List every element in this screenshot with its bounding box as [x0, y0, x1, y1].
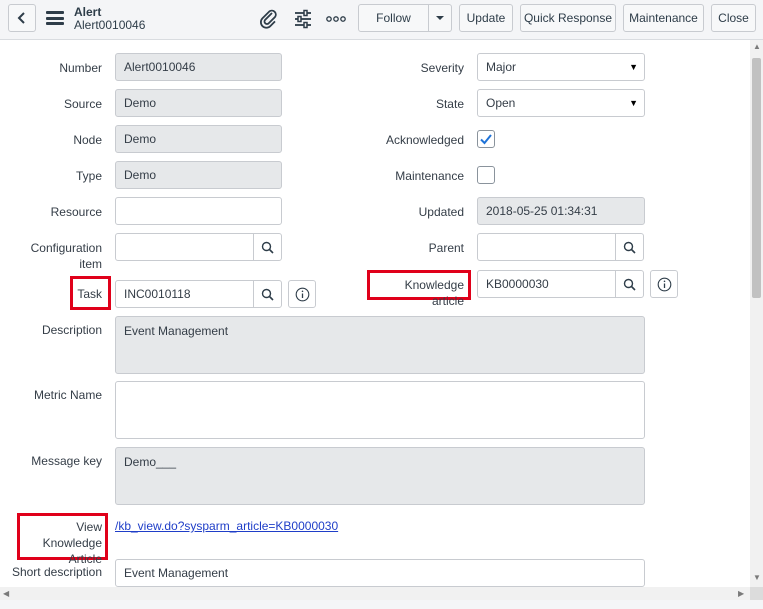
form-header: Alert Alert0010046 Follow Update Quick R…: [0, 0, 763, 40]
updated-field[interactable]: 2018-05-25 01:34:31: [477, 197, 645, 225]
chevron-left-icon: [17, 12, 25, 24]
form-title: Alert: [74, 5, 102, 19]
caret-down-icon: [436, 16, 444, 20]
parent-lookup-button[interactable]: [615, 233, 644, 261]
search-icon: [261, 241, 274, 254]
parent-label: Parent: [428, 241, 464, 255]
updated-label: Updated: [418, 205, 464, 219]
task-input[interactable]: INC0010118: [115, 280, 254, 308]
scroll-right-icon[interactable]: ▶: [738, 589, 744, 598]
follow-dropdown-button[interactable]: [429, 4, 452, 32]
search-icon: [623, 278, 636, 291]
severity-label: Severity: [420, 61, 464, 75]
knowledge-article-lookup-button[interactable]: [615, 270, 644, 298]
acknowledged-checkbox[interactable]: [477, 130, 495, 148]
knowledge-article-info-button[interactable]: [650, 270, 678, 298]
close-button[interactable]: Close: [711, 4, 756, 32]
number-field[interactable]: Alert0010046: [115, 53, 282, 81]
task-info-button[interactable]: [288, 280, 316, 308]
task-lookup-button[interactable]: [253, 280, 282, 308]
sliders-icon[interactable]: [293, 9, 313, 29]
maintenance-label: Maintenance: [395, 169, 464, 183]
scroll-left-icon[interactable]: ◀: [3, 589, 9, 598]
view-knowledge-article-label: View Knowledge Article: [42, 520, 102, 566]
node-label: Node: [73, 133, 102, 147]
bottom-strip: [0, 600, 763, 609]
message-key-label: Message key: [31, 454, 102, 468]
source-field[interactable]: Demo: [115, 89, 282, 117]
severity-select[interactable]: Major ▼: [477, 53, 645, 81]
scrollbar-corner: [750, 587, 763, 600]
resource-label: Resource: [50, 205, 102, 219]
more-icon[interactable]: [326, 9, 346, 29]
parent-input[interactable]: [477, 233, 616, 261]
short-description-input[interactable]: Event Management: [115, 559, 645, 587]
description-label: Description: [41, 323, 102, 337]
search-icon: [261, 288, 274, 301]
type-field[interactable]: Demo: [115, 161, 282, 189]
short-description-label: Short description: [11, 565, 102, 579]
caret-down-icon: ▼: [629, 62, 638, 72]
configuration-item-lookup-button[interactable]: [253, 233, 282, 261]
metric-name-input[interactable]: [115, 381, 645, 439]
acknowledged-label: Acknowledged: [385, 133, 464, 147]
scroll-down-icon[interactable]: ▼: [753, 573, 761, 582]
node-field[interactable]: Demo: [115, 125, 282, 153]
configuration-item-input[interactable]: [115, 233, 254, 261]
search-icon: [623, 241, 636, 254]
state-value: Open: [486, 96, 516, 110]
knowledge-article-label: Knowledge article: [404, 278, 464, 308]
metric-name-label: Metric Name: [33, 388, 102, 402]
scroll-up-icon[interactable]: ▲: [753, 42, 761, 51]
severity-value: Major: [486, 60, 517, 74]
hamburger-icon[interactable]: [46, 11, 64, 25]
horizontal-scrollbar[interactable]: ◀ ▶: [0, 587, 750, 600]
task-label: Task: [77, 287, 102, 301]
paperclip-icon[interactable]: [259, 9, 279, 29]
maintenance-checkbox[interactable]: [477, 166, 495, 184]
maintenance-button[interactable]: Maintenance: [623, 4, 704, 32]
caret-down-icon: ▼: [629, 98, 638, 108]
type-label: Type: [75, 169, 102, 183]
number-label: Number: [59, 61, 102, 75]
knowledge-article-input[interactable]: KB0000030: [477, 270, 616, 298]
update-button[interactable]: Update: [459, 4, 513, 32]
back-button[interactable]: [8, 4, 36, 32]
checkmark-icon: [480, 134, 492, 145]
resource-input[interactable]: [115, 197, 282, 225]
info-icon: [295, 287, 309, 301]
source-label: Source: [63, 97, 102, 111]
vertical-scrollbar[interactable]: ▲ ▼: [750, 40, 763, 587]
quick-response-button[interactable]: Quick Response: [520, 4, 616, 32]
info-icon: [657, 277, 671, 291]
configuration-item-label: Configuration item: [30, 241, 102, 271]
form-subtitle: Alert0010046: [74, 18, 146, 32]
view-knowledge-article-link[interactable]: /kb_view.do?sysparm_article=KB0000030: [115, 519, 338, 533]
state-label: State: [435, 97, 464, 111]
vertical-scrollbar-thumb[interactable]: [752, 58, 761, 298]
message-key-field[interactable]: Demo___: [115, 447, 645, 505]
follow-button[interactable]: Follow: [358, 4, 429, 32]
state-select[interactable]: Open ▼: [477, 89, 645, 117]
description-field[interactable]: Event Management: [115, 316, 645, 374]
